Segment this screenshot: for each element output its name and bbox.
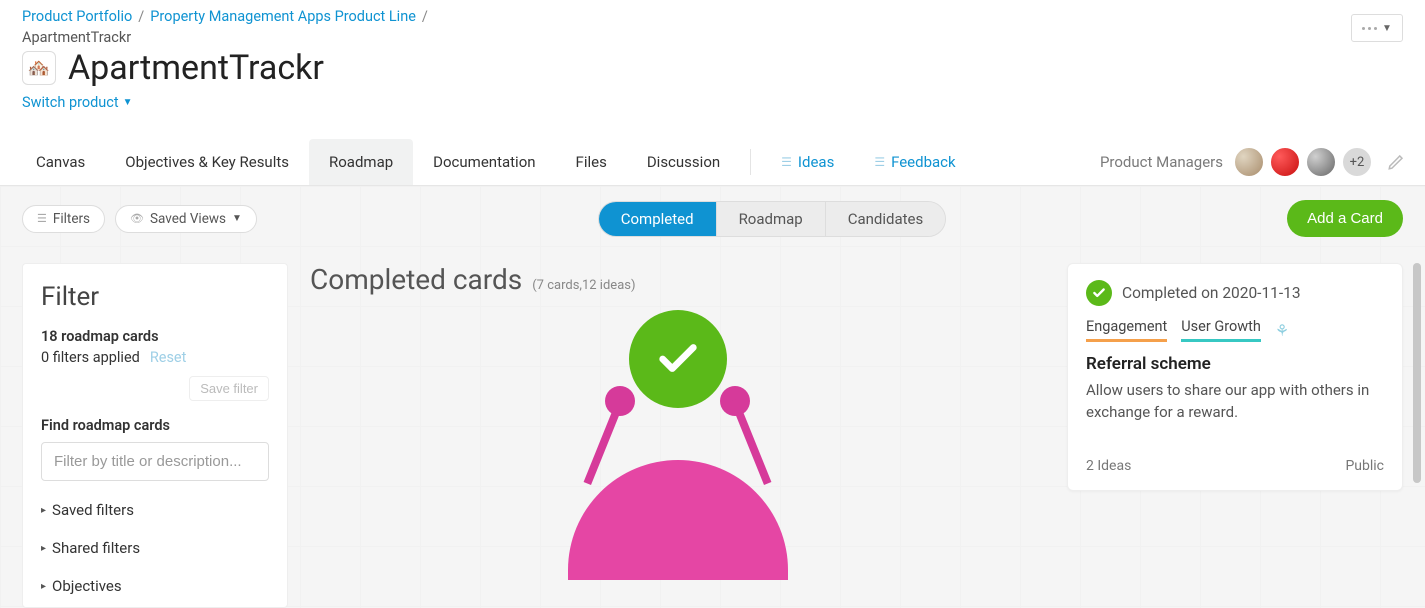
filter-search-input[interactable]	[41, 442, 269, 481]
filter-heading: Filter	[41, 282, 269, 312]
tab-feedback[interactable]: ☰ Feedback	[854, 139, 975, 185]
avatar-more[interactable]: +2	[1341, 146, 1373, 178]
filters-applied: 0 filters applied	[41, 349, 140, 366]
eye-icon: 👁	[130, 212, 144, 225]
breadcrumb-sep: /	[138, 8, 144, 25]
chevron-down-icon: ▼	[123, 97, 133, 108]
find-cards-label: Find roadmap cards	[41, 417, 269, 434]
caret-right-icon: ▸	[41, 505, 46, 516]
saved-filters-expander[interactable]: ▸ Saved filters	[41, 501, 269, 519]
divider	[750, 149, 751, 175]
completed-cards-sub: (7 cards,12 ideas)	[532, 278, 635, 293]
objectives-expander[interactable]: ▸ Objectives	[41, 577, 269, 595]
breadcrumb-product-line[interactable]: Property Management Apps Product Line	[150, 8, 416, 25]
card-description: Allow users to share our app with others…	[1086, 380, 1384, 424]
seg-candidates[interactable]: Candidates	[825, 202, 946, 236]
saved-views-pill[interactable]: 👁 Saved Views ▼	[115, 205, 257, 233]
breadcrumb-sep: /	[422, 8, 428, 25]
tab-files[interactable]: Files	[556, 139, 627, 185]
avatar[interactable]	[1269, 146, 1301, 178]
roadmap-card[interactable]: Completed on 2020-11-13 Engagement User …	[1067, 263, 1403, 491]
breadcrumb-portfolio[interactable]: Product Portfolio	[22, 8, 132, 25]
card-ideas-count: 2 Ideas	[1086, 458, 1131, 474]
tab-roadmap[interactable]: Roadmap	[309, 139, 413, 185]
breadcrumb-current: ApartmentTrackr	[22, 29, 131, 46]
view-segmented-control: Completed Roadmap Candidates	[598, 201, 947, 237]
chevron-down-icon: ▼	[1382, 23, 1392, 34]
more-actions-button[interactable]: ▼	[1351, 14, 1403, 42]
card-title: Referral scheme	[1086, 354, 1384, 374]
card-visibility: Public	[1345, 458, 1384, 474]
filters-pill[interactable]: ☰ Filters	[22, 205, 105, 233]
card-completed-on: Completed on 2020-11-13	[1122, 284, 1301, 302]
caret-right-icon: ▸	[41, 581, 46, 592]
filter-panel: Filter 18 roadmap cards 0 filters applie…	[22, 263, 288, 608]
tab-okr[interactable]: Objectives & Key Results	[105, 139, 309, 185]
share-icon: ⚘	[1275, 321, 1289, 340]
avatar[interactable]	[1305, 146, 1337, 178]
tab-ideas[interactable]: ☰ Ideas	[761, 139, 854, 185]
tabs-row: Canvas Objectives & Key Results Roadmap …	[0, 139, 1425, 186]
switch-product-link[interactable]: Switch product ▼	[22, 94, 133, 111]
filter-lines-icon: ☰	[874, 155, 885, 169]
avatar[interactable]	[1233, 146, 1265, 178]
filter-lines-icon: ☰	[37, 212, 47, 225]
shared-filters-expander[interactable]: ▸ Shared filters	[41, 539, 269, 557]
page-title: ApartmentTrackr	[68, 48, 324, 88]
filter-lines-icon: ☰	[781, 155, 792, 169]
product-managers-label: Product Managers	[1100, 153, 1223, 171]
edit-icon[interactable]	[1383, 149, 1409, 175]
filter-count: 18 roadmap cards	[41, 328, 269, 345]
completed-illustration	[310, 310, 1045, 580]
check-circle-icon	[629, 310, 727, 408]
seg-completed[interactable]: Completed	[599, 202, 716, 236]
tag-engagement[interactable]: Engagement	[1086, 318, 1167, 342]
tab-discussion[interactable]: Discussion	[627, 139, 740, 185]
chevron-down-icon: ▼	[232, 213, 242, 224]
check-circle-icon	[1086, 280, 1112, 306]
tag-user-growth[interactable]: User Growth	[1181, 318, 1261, 342]
caret-right-icon: ▸	[41, 543, 46, 554]
completed-cards-heading: Completed cards	[310, 263, 522, 296]
add-card-button[interactable]: Add a Card	[1287, 200, 1403, 237]
product-icon: 🏘️	[22, 51, 56, 85]
scrollbar-thumb[interactable]	[1413, 263, 1421, 483]
breadcrumb: Product Portfolio / Property Management …	[22, 8, 428, 25]
seg-roadmap[interactable]: Roadmap	[716, 202, 825, 236]
tab-documentation[interactable]: Documentation	[413, 139, 555, 185]
avatar-group: +2	[1233, 146, 1373, 178]
save-filter-button[interactable]: Save filter	[189, 376, 269, 401]
reset-filters-link[interactable]: Reset	[150, 349, 187, 366]
tab-canvas[interactable]: Canvas	[16, 139, 105, 185]
